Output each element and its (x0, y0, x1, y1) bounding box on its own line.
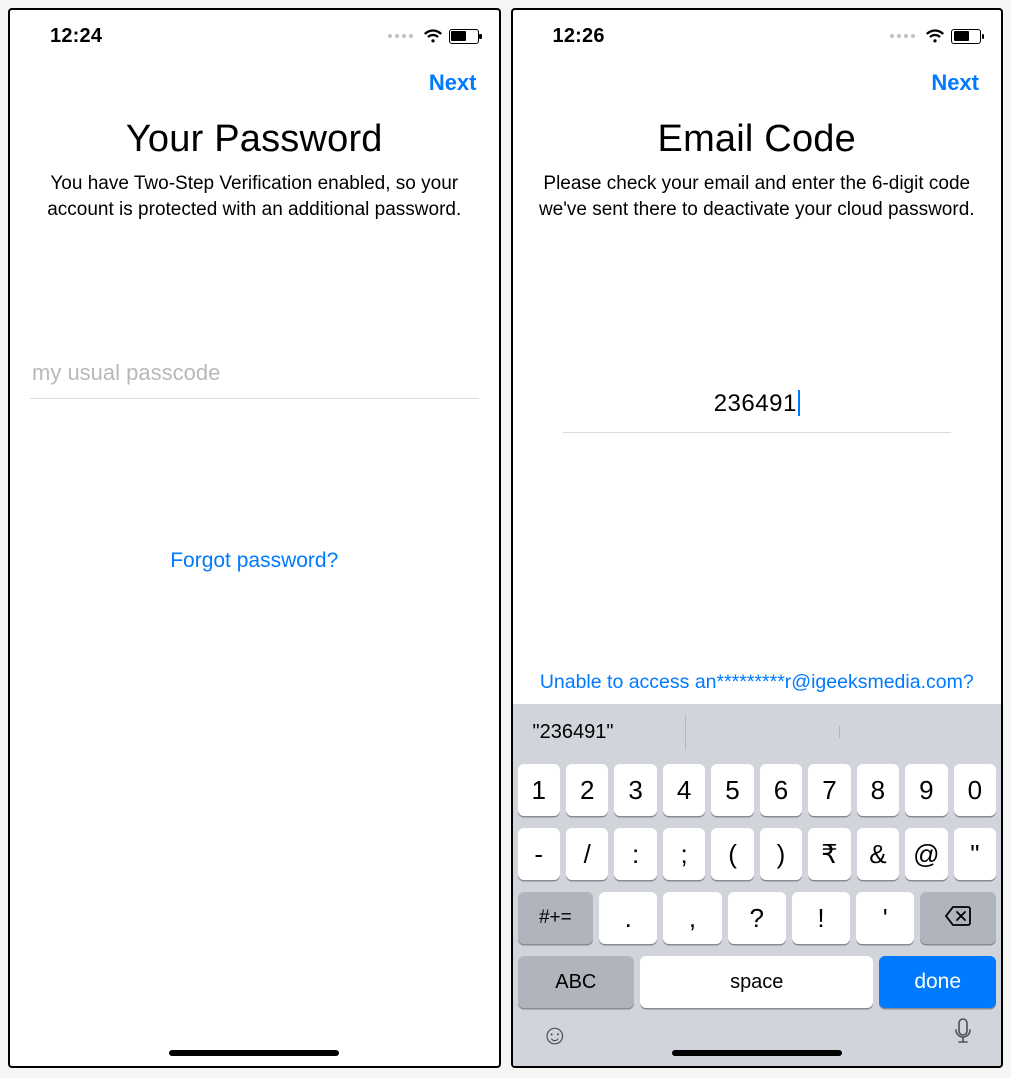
home-indicator[interactable] (169, 1050, 339, 1056)
key-7[interactable]: 7 (808, 764, 850, 816)
keyboard-row-4: ABC space done (518, 956, 997, 1008)
battery-icon (449, 29, 479, 44)
home-indicator[interactable] (672, 1050, 842, 1056)
ios-keyboard: "236491" 1 2 3 4 5 6 7 8 9 0 - / : ; (513, 704, 1002, 1066)
page-subtitle: Please check your email and enter the 6-… (513, 171, 1002, 222)
phone-screen-password: 12:24 Next Your Password You have Two-St… (8, 8, 501, 1068)
forgot-password-link[interactable]: Forgot password? (10, 549, 499, 573)
key-colon[interactable]: : (614, 828, 656, 880)
unable-access-link[interactable]: Unable to access an*********r@igeeksmedi… (513, 671, 1002, 694)
keyboard-row-1: 1 2 3 4 5 6 7 8 9 0 (518, 764, 997, 816)
key-exclaim[interactable]: ! (792, 892, 850, 944)
text-caret (798, 390, 800, 416)
password-input[interactable] (30, 352, 479, 399)
key-symbols[interactable]: #+= (518, 892, 594, 944)
key-0[interactable]: 0 (954, 764, 996, 816)
status-right (388, 29, 479, 44)
key-rparen[interactable]: ) (760, 828, 802, 880)
key-space[interactable]: space (640, 956, 873, 1008)
key-comma[interactable]: , (663, 892, 721, 944)
key-5[interactable]: 5 (711, 764, 753, 816)
keyboard-row-3: #+= . , ? ! ' (518, 892, 997, 944)
key-apostrophe[interactable]: ' (856, 892, 914, 944)
nav-bar: Next (10, 56, 499, 110)
backspace-icon (944, 903, 972, 934)
suggestion-2[interactable] (686, 726, 840, 738)
key-abc[interactable]: ABC (518, 956, 635, 1008)
keyboard-suggestion-bar: "236491" (513, 704, 1002, 760)
key-period[interactable]: . (599, 892, 657, 944)
key-1[interactable]: 1 (518, 764, 560, 816)
key-done[interactable]: done (879, 956, 996, 1008)
code-field-wrap: 236491 (563, 382, 952, 433)
wifi-icon (423, 29, 443, 44)
key-6[interactable]: 6 (760, 764, 802, 816)
key-quote[interactable]: " (954, 828, 996, 880)
code-value: 236491 (714, 390, 797, 417)
suggestion-1[interactable]: "236491" (521, 715, 687, 750)
suggestion-3[interactable] (840, 726, 993, 738)
key-4[interactable]: 4 (663, 764, 705, 816)
battery-icon (951, 29, 981, 44)
status-time: 12:26 (553, 25, 605, 48)
phone-screen-email-code: 12:26 Next Email Code Please check your … (511, 8, 1004, 1068)
cellular-dots-icon (890, 34, 915, 38)
cellular-dots-icon (388, 34, 413, 38)
nav-bar: Next (513, 56, 1002, 110)
key-backspace[interactable] (920, 892, 996, 944)
key-semicolon[interactable]: ; (663, 828, 705, 880)
key-at[interactable]: @ (905, 828, 947, 880)
key-amp[interactable]: & (857, 828, 899, 880)
key-8[interactable]: 8 (857, 764, 899, 816)
emoji-icon[interactable]: ☺ (541, 1019, 570, 1051)
key-question[interactable]: ? (728, 892, 786, 944)
status-bar: 12:24 (10, 10, 499, 56)
page-title: Your Password (10, 118, 499, 161)
password-field-wrap (30, 352, 479, 399)
status-right (890, 29, 981, 44)
status-bar: 12:26 (513, 10, 1002, 56)
page-title: Email Code (513, 118, 1002, 161)
key-9[interactable]: 9 (905, 764, 947, 816)
next-button[interactable]: Next (931, 70, 979, 96)
key-lparen[interactable]: ( (711, 828, 753, 880)
key-3[interactable]: 3 (614, 764, 656, 816)
key-rupee[interactable]: ₹ (808, 828, 850, 880)
code-input[interactable]: 236491 (563, 382, 952, 433)
status-time: 12:24 (50, 25, 102, 48)
mic-icon[interactable] (953, 1018, 973, 1053)
key-dash[interactable]: - (518, 828, 560, 880)
page-subtitle: You have Two-Step Verification enabled, … (10, 171, 499, 222)
next-button[interactable]: Next (429, 70, 477, 96)
key-2[interactable]: 2 (566, 764, 608, 816)
keyboard-rows: 1 2 3 4 5 6 7 8 9 0 - / : ; ( ) ₹ & @ (513, 760, 1002, 1014)
key-slash[interactable]: / (566, 828, 608, 880)
wifi-icon (925, 29, 945, 44)
keyboard-row-2: - / : ; ( ) ₹ & @ " (518, 828, 997, 880)
